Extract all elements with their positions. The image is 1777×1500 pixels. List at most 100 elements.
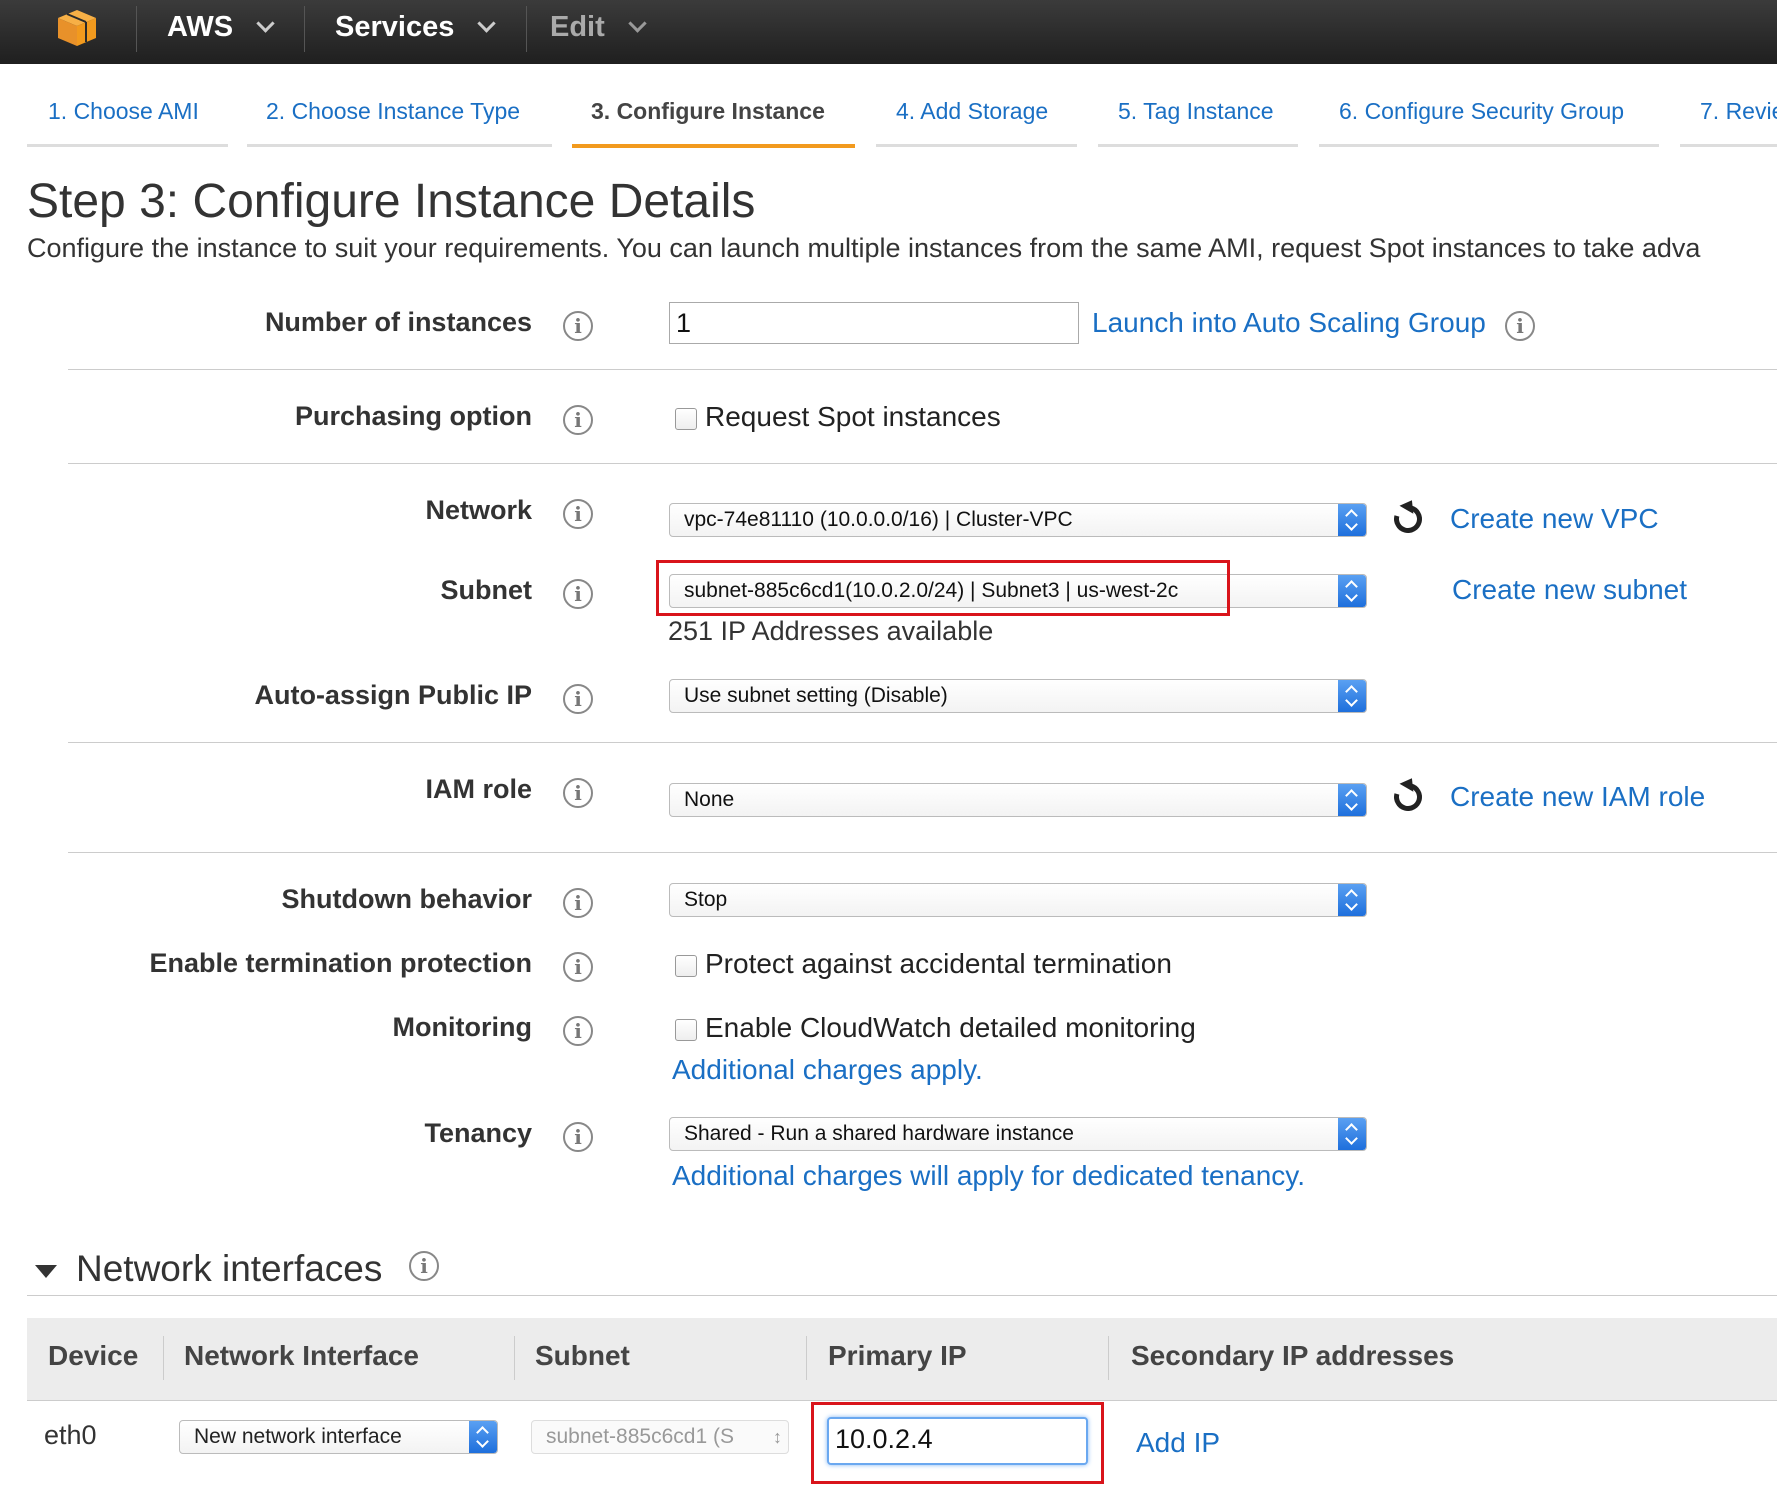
page-subtitle: Configure the instance to suit your requ… — [27, 233, 1701, 263]
column-separator — [1108, 1336, 1109, 1380]
tab-configure-security-group[interactable]: 6. Configure Security Group — [1339, 98, 1624, 125]
info-icon[interactable]: i — [563, 405, 593, 435]
create-new-subnet-link[interactable]: Create new subnet — [1452, 574, 1687, 606]
divider — [68, 742, 1777, 743]
column-separator — [806, 1336, 807, 1380]
select-arrows-icon — [1338, 575, 1366, 607]
divider — [68, 463, 1777, 464]
refresh-icon[interactable] — [1388, 777, 1428, 817]
primary-ip-input[interactable]: 10.0.2.4 — [827, 1417, 1088, 1465]
network-select[interactable]: vpc-74e81110 (10.0.0.0/16) | Cluster-VPC — [669, 503, 1367, 537]
tab-add-storage[interactable]: 4. Add Storage — [896, 98, 1048, 125]
select-arrows-icon — [1338, 680, 1366, 712]
monitoring-label: Monitoring — [392, 1012, 532, 1042]
device-cell: eth0 — [44, 1420, 97, 1450]
network-interface-value: New network interface — [194, 1425, 402, 1448]
tab-underline — [1098, 144, 1298, 147]
tab-choose-ami[interactable]: 1. Choose AMI — [48, 98, 199, 125]
tab-tag-instance[interactable]: 5. Tag Instance — [1118, 98, 1274, 125]
auto-assign-ip-select[interactable]: Use subnet setting (Disable) — [669, 679, 1367, 713]
top-navigation-bar: AWS Services Edit — [0, 0, 1777, 64]
iam-role-value: None — [684, 788, 735, 811]
shutdown-behavior-select[interactable]: Stop — [669, 883, 1367, 917]
info-icon[interactable]: i — [563, 499, 593, 529]
info-icon[interactable]: i — [563, 952, 593, 982]
select-arrows-icon — [469, 1421, 497, 1453]
info-icon[interactable]: i — [563, 311, 593, 341]
subnet-highlight-box — [656, 560, 1230, 616]
network-interfaces-title: Network interfaces — [76, 1248, 383, 1289]
cloudwatch-monitoring-checkbox[interactable] — [675, 1019, 697, 1041]
info-icon[interactable]: i — [563, 778, 593, 808]
create-new-vpc-link[interactable]: Create new VPC — [1450, 503, 1659, 535]
network-interface-select[interactable]: New network interface — [179, 1420, 498, 1454]
launch-auto-scaling-link[interactable]: Launch into Auto Scaling Group — [1092, 307, 1486, 339]
additional-charges-link[interactable]: Additional charges apply. — [672, 1054, 983, 1086]
request-spot-checkbox[interactable] — [675, 408, 697, 430]
tenancy-label: Tenancy — [424, 1118, 532, 1148]
number-of-instances-input[interactable]: 1 — [669, 302, 1079, 344]
column-header-secondary-ip: Secondary IP addresses — [1131, 1340, 1455, 1371]
info-icon[interactable]: i — [1505, 311, 1535, 341]
refresh-icon[interactable] — [1388, 499, 1428, 539]
termination-protection-checkbox[interactable] — [675, 955, 697, 977]
column-header-network-interface: Network Interface — [184, 1340, 419, 1371]
auto-assign-ip-value: Use subnet setting (Disable) — [684, 684, 948, 707]
select-arrows-icon: ↕ — [773, 1427, 782, 1447]
divider — [27, 1295, 1777, 1296]
tab-underline — [876, 144, 1077, 147]
termination-protection-label: Enable termination protection — [149, 948, 532, 978]
tab-review[interactable]: 7. Revie — [1700, 98, 1777, 125]
tab-underline — [1319, 144, 1659, 147]
services-menu[interactable]: Services — [335, 0, 497, 58]
nav-separator — [136, 6, 137, 52]
info-icon[interactable]: i — [409, 1251, 439, 1281]
info-icon[interactable]: i — [563, 888, 593, 918]
tenancy-select[interactable]: Shared - Run a shared hardware instance — [669, 1117, 1367, 1151]
cloudwatch-monitoring-text: Enable CloudWatch detailed monitoring — [705, 1012, 1196, 1043]
add-ip-link[interactable]: Add IP — [1136, 1427, 1220, 1459]
nav-separator — [304, 6, 305, 52]
tab-underline — [247, 144, 552, 147]
subnet-row-select: subnet-885c6cd1 (S ↕ — [531, 1420, 789, 1454]
aws-menu[interactable]: AWS — [167, 0, 275, 58]
iam-role-label: IAM role — [425, 774, 532, 804]
tab-configure-instance[interactable]: 3. Configure Instance — [591, 98, 825, 125]
select-arrows-icon — [1338, 504, 1366, 536]
chevron-down-icon — [256, 14, 275, 33]
iam-role-select[interactable]: None — [669, 783, 1367, 817]
chevron-down-icon — [477, 14, 497, 33]
purchasing-option-label: Purchasing option — [294, 401, 532, 431]
dedicated-tenancy-charges-link[interactable]: Additional charges will apply for dedica… — [672, 1160, 1305, 1192]
column-separator — [163, 1336, 164, 1380]
chevron-down-icon — [628, 14, 647, 33]
divider — [68, 852, 1777, 853]
select-arrows-icon — [1338, 784, 1366, 816]
divider — [68, 369, 1777, 370]
collapse-triangle-icon[interactable] — [35, 1265, 57, 1278]
edit-menu[interactable]: Edit — [550, 0, 647, 58]
create-new-iam-role-link[interactable]: Create new IAM role — [1450, 781, 1705, 813]
shutdown-behavior-label: Shutdown behavior — [281, 884, 532, 914]
page-title: Step 3: Configure Instance Details — [27, 175, 756, 228]
tab-underline-active — [572, 144, 855, 148]
nav-separator — [526, 6, 527, 52]
subnet-row-value: subnet-885c6cd1 (S — [546, 1425, 734, 1448]
tab-underline — [27, 144, 228, 147]
aws-menu-label: AWS — [167, 11, 234, 43]
subnet-label: Subnet — [440, 575, 533, 605]
termination-protection-text: Protect against accidental termination — [705, 948, 1172, 979]
shutdown-behavior-value: Stop — [684, 888, 728, 911]
aws-cube-logo-icon[interactable] — [56, 8, 98, 48]
info-icon[interactable]: i — [563, 1016, 593, 1046]
network-select-value: vpc-74e81110 (10.0.0.0/16) | Cluster-VPC — [684, 508, 1073, 531]
info-icon[interactable]: i — [563, 684, 593, 714]
info-icon[interactable]: i — [563, 579, 593, 609]
tab-choose-instance-type[interactable]: 2. Choose Instance Type — [266, 98, 520, 125]
services-menu-label: Services — [335, 11, 455, 43]
number-of-instances-label: Number of instances — [264, 307, 532, 337]
info-icon[interactable]: i — [563, 1122, 593, 1152]
column-separator — [514, 1336, 515, 1380]
tab-underline — [1680, 144, 1777, 147]
ip-addresses-available: 251 IP Addresses available — [668, 616, 994, 646]
